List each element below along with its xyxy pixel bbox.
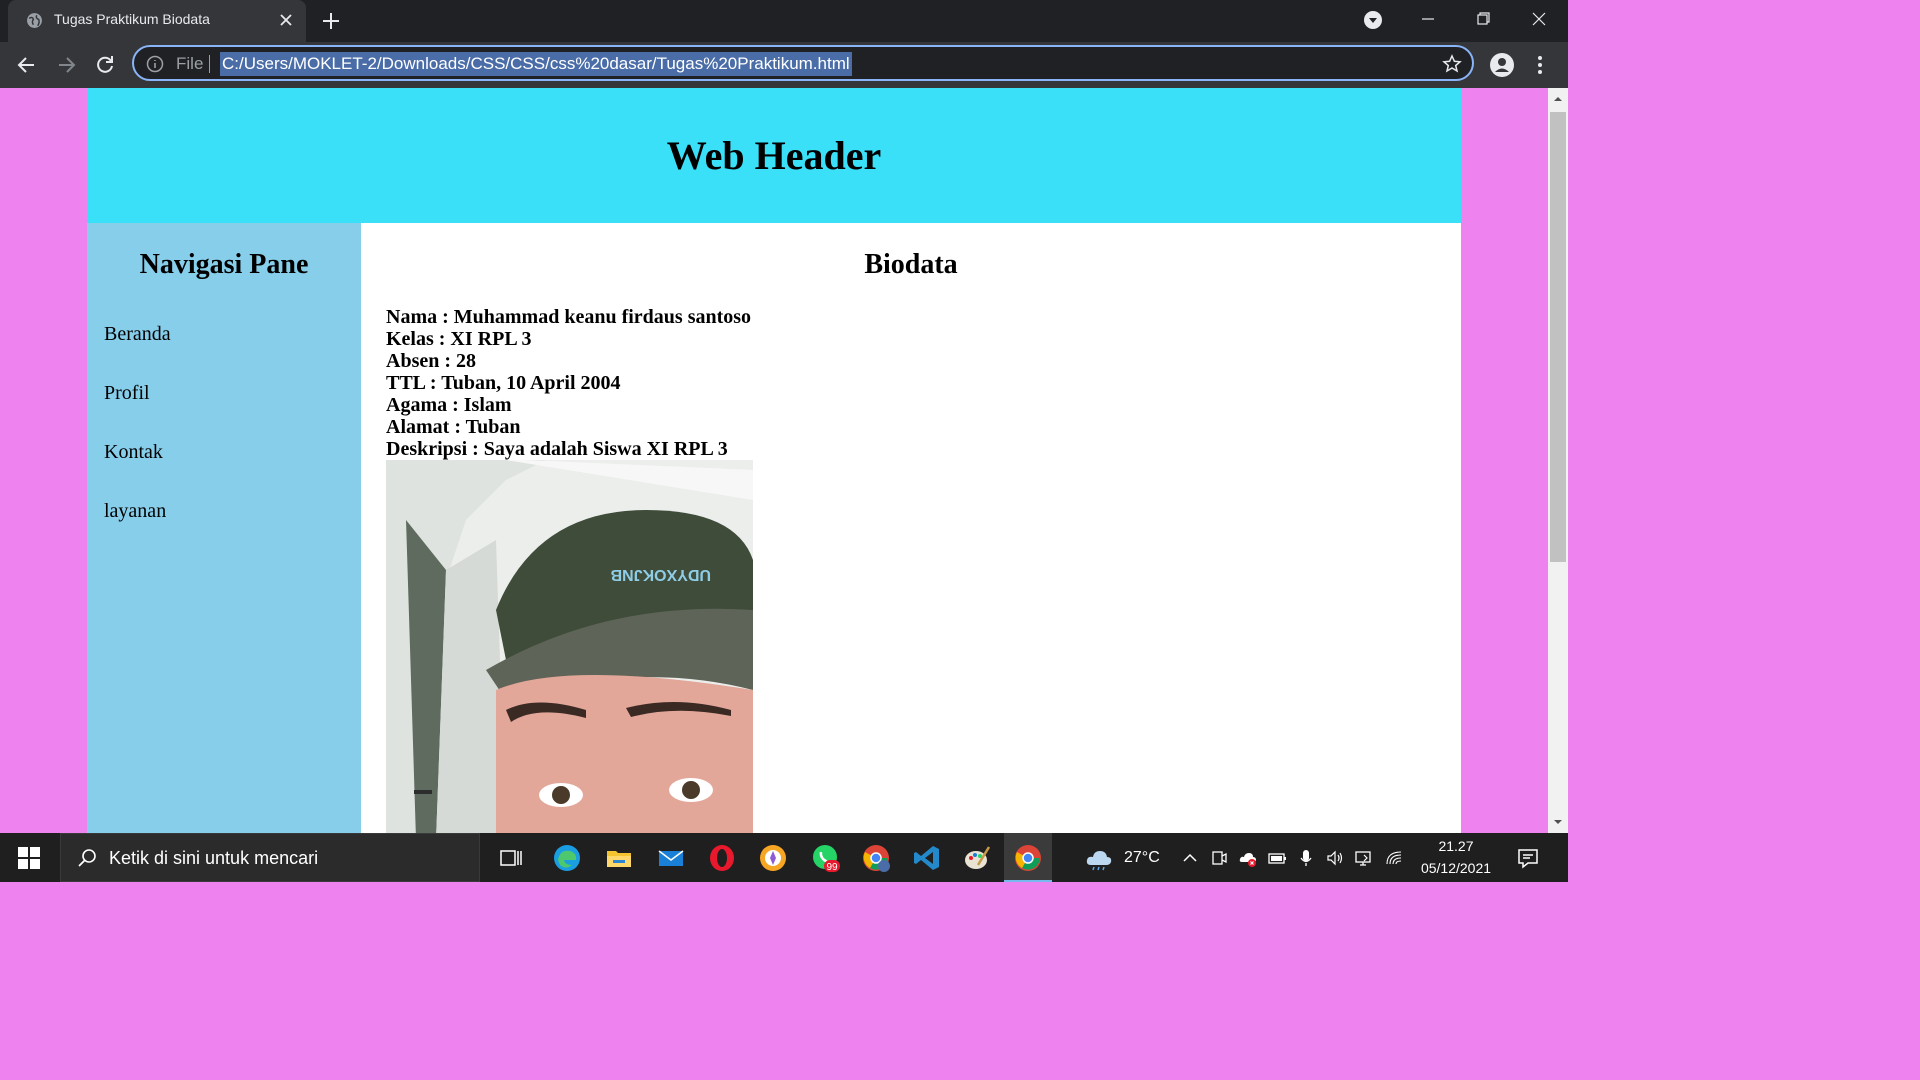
- task-view-icon[interactable]: [496, 843, 526, 873]
- content-area: Biodata Nama : Muhammad keanu firdaus sa…: [361, 223, 1461, 833]
- biodata-list: Nama : Muhammad keanu firdaus santoso Ke…: [386, 306, 751, 460]
- nav-item-kontak[interactable]: Kontak: [104, 441, 171, 500]
- nav-item-layanan[interactable]: layanan: [104, 500, 171, 559]
- browser-tab[interactable]: Tugas Praktikum Biodata: [8, 0, 306, 42]
- bio-kelas: Kelas : XI RPL 3: [386, 328, 532, 350]
- info-icon[interactable]: [146, 55, 164, 73]
- new-tab-icon[interactable]: [319, 9, 343, 33]
- browser-toolbar: File C:/Users/MOKLET-2/Downloads/CSS/CSS…: [0, 42, 1568, 88]
- windows-start-icon[interactable]: [18, 847, 40, 869]
- nav-list: Beranda Profil Kontak layanan: [104, 323, 171, 559]
- chrome-profile-icon[interactable]: [861, 843, 891, 873]
- bio-ttl: TTL : Tuban, 10 April 2004: [386, 372, 621, 394]
- profile-photo-illustration: UDYXOKJNB: [386, 460, 753, 833]
- bio-nama: Nama : Muhammad keanu firdaus santoso: [386, 306, 752, 328]
- url-separator: [209, 55, 210, 73]
- chrome-taskbar-button[interactable]: [1004, 833, 1052, 882]
- globe-icon: [27, 13, 42, 28]
- forward-icon[interactable]: [53, 52, 79, 78]
- bio-absen: Absen : 28: [386, 350, 477, 372]
- clock-date[interactable]: 05/12/2021: [1412, 860, 1500, 876]
- nav-item-beranda[interactable]: Beranda: [104, 323, 171, 382]
- paint-icon[interactable]: [962, 843, 992, 873]
- volume-icon[interactable]: [1325, 848, 1345, 868]
- taskbar: Ketik di sini untuk mencari 99 27°C 21.2…: [0, 833, 1568, 882]
- scrollbar-thumb[interactable]: [1550, 112, 1566, 562]
- search-icon: [78, 849, 96, 867]
- weather-temperature[interactable]: 27°C: [1124, 849, 1160, 867]
- web-header: Web Header: [87, 88, 1461, 223]
- close-window-icon[interactable]: [1524, 6, 1554, 32]
- clock-time[interactable]: 21.27: [1418, 838, 1494, 854]
- profile-icon[interactable]: [1489, 52, 1515, 78]
- url-text[interactable]: C:/Users/MOKLET-2/Downloads/CSS/CSS/css%…: [220, 52, 852, 76]
- whatsapp-icon[interactable]: 99: [810, 843, 840, 873]
- scroll-up-icon[interactable]: [1553, 94, 1563, 104]
- address-bar[interactable]: File C:/Users/MOKLET-2/Downloads/CSS/CSS…: [132, 45, 1474, 81]
- reload-icon[interactable]: [92, 52, 118, 78]
- url-scheme-label: File: [176, 54, 204, 73]
- close-tab-icon[interactable]: [276, 10, 296, 30]
- bookmark-star-icon[interactable]: [1442, 54, 1462, 74]
- taskbar-search[interactable]: Ketik di sini untuk mencari: [60, 833, 480, 882]
- navigation-pane: Navigasi Pane Beranda Profil Kontak laya…: [87, 223, 361, 833]
- page-viewport: Web Header Navigasi Pane Beranda Profil …: [0, 88, 1548, 833]
- sidebar-title: Navigasi Pane: [139, 249, 309, 280]
- tab-strip: Tugas Praktikum Biodata: [0, 0, 1568, 42]
- mail-icon[interactable]: [656, 843, 686, 873]
- chevron-up-icon[interactable]: [1180, 848, 1200, 868]
- cap-logo-text: UDYXOKJNB: [611, 566, 711, 583]
- whatsapp-badge: 99: [826, 862, 838, 873]
- scroll-down-icon[interactable]: [1553, 817, 1563, 827]
- back-icon[interactable]: [14, 52, 40, 78]
- display-icon[interactable]: [1354, 848, 1374, 868]
- vertical-scrollbar[interactable]: [1548, 88, 1568, 833]
- tab-search-icon[interactable]: [1362, 9, 1384, 31]
- tab-title: Tugas Praktikum Biodata: [54, 11, 210, 27]
- edge-browser-icon[interactable]: [552, 843, 582, 873]
- vscode-icon[interactable]: [912, 843, 942, 873]
- header-title: Web Header: [666, 133, 882, 178]
- opera-icon[interactable]: [707, 843, 737, 873]
- more-menu-icon[interactable]: [1532, 52, 1548, 78]
- nav-item-profil[interactable]: Profil: [104, 382, 171, 441]
- minimize-icon[interactable]: [1413, 6, 1443, 32]
- profile-photo: UDYXOKJNB: [386, 460, 753, 833]
- microphone-icon[interactable]: [1296, 848, 1316, 868]
- notification-center-icon[interactable]: [1516, 846, 1540, 870]
- wifi-icon[interactable]: [1385, 848, 1405, 868]
- search-placeholder: Ketik di sini untuk mencari: [109, 848, 319, 868]
- content-title: Biodata: [864, 249, 958, 280]
- bio-deskripsi: Deskripsi : Saya adalah Siswa XI RPL 3: [386, 438, 728, 460]
- bio-alamat: Alamat : Tuban: [386, 416, 521, 438]
- page-container: Web Header Navigasi Pane Beranda Profil …: [87, 88, 1461, 833]
- file-explorer-icon[interactable]: [604, 843, 634, 873]
- onedrive-error-icon[interactable]: [1238, 848, 1258, 868]
- chrome-icon: [1015, 845, 1041, 871]
- restore-icon[interactable]: [1468, 6, 1498, 32]
- battery-icon[interactable]: [1267, 848, 1287, 868]
- bio-agama: Agama : Islam: [386, 394, 512, 416]
- meet-now-icon[interactable]: [1209, 848, 1229, 868]
- brave-icon[interactable]: [758, 843, 788, 873]
- weather-cloud-icon[interactable]: [1084, 843, 1114, 873]
